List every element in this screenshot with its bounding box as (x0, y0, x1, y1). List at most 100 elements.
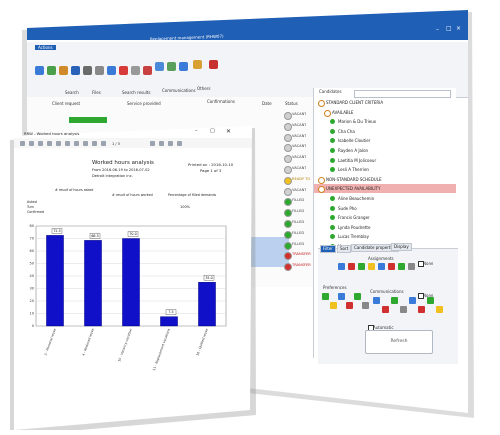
candidate-search-input[interactable] (354, 90, 451, 98)
candidate-item[interactable]: Lucas Tremblay (338, 232, 369, 241)
save-icon[interactable] (35, 66, 44, 75)
available-icon (330, 224, 335, 230)
none-checkbox[interactable] (418, 261, 424, 267)
assignment-filter-icon[interactable] (348, 263, 355, 270)
status-icon (284, 112, 292, 120)
grid-cell-highlight (85, 117, 107, 123)
preference-filter-icon[interactable] (354, 293, 361, 300)
preference-filter-icon[interactable] (362, 302, 369, 309)
candidate-item[interactable]: Rayden A Jalon (338, 146, 368, 155)
report-tool-icon[interactable] (74, 141, 79, 146)
preference-filter-icon[interactable] (346, 302, 353, 309)
candidate-section[interactable]: AVAILABLE (332, 108, 353, 117)
candidate-section[interactable]: STANDARD CLIENT CRITERIA (326, 98, 383, 107)
communication-filter-icon[interactable] (373, 297, 380, 304)
ribbon-tab-actions[interactable]: Actions (35, 45, 56, 50)
status-text: VACANT (292, 166, 307, 170)
bar (84, 240, 102, 327)
window-title-bar (27, 10, 468, 40)
report-tool-icon[interactable] (101, 141, 106, 146)
data-label: 35.0 (205, 276, 212, 280)
candidate-item[interactable]: Lynda Poudrette (338, 223, 370, 232)
assignment-filter-icon[interactable] (358, 263, 365, 270)
close-icon[interactable] (209, 60, 218, 69)
send-icon[interactable] (167, 62, 176, 71)
preference-filter-icon[interactable] (338, 293, 345, 300)
candidate-item[interactable]: Cha Cha (338, 127, 355, 136)
status-icon (284, 176, 292, 185)
tools-books-icon[interactable] (193, 60, 202, 69)
grid-header-confirmations: Confirmations (207, 99, 235, 104)
preference-filter-icon[interactable] (330, 302, 337, 309)
y-tick-label: 20 (30, 299, 34, 303)
assignment-filter-icon[interactable] (398, 263, 405, 270)
communication-filter-icon[interactable] (391, 297, 398, 304)
people-icon[interactable] (107, 66, 116, 75)
refresh-icon[interactable] (47, 66, 56, 75)
communication-filter-icon[interactable] (436, 306, 443, 313)
report-maximize-icon[interactable]: □ (210, 128, 215, 134)
communication-filter-icon[interactable] (400, 306, 407, 313)
status-icon (284, 209, 292, 218)
report-close-icon[interactable]: ✕ (226, 128, 231, 135)
report-tool-icon[interactable] (47, 141, 52, 146)
candidate-item[interactable]: Isabelle Cloutier (338, 136, 370, 145)
add-icon[interactable] (143, 66, 152, 75)
preference-filter-icon[interactable] (322, 293, 329, 300)
assignment-filter-icon[interactable] (388, 263, 395, 270)
break-icon[interactable] (131, 66, 140, 75)
candidate-section[interactable]: UNEXPECTED AVAILABILITY (326, 184, 380, 193)
candidate-item[interactable]: Sude Pho (338, 204, 357, 213)
y-tick-label: 60 (30, 249, 34, 253)
close-window-icon[interactable]: × (456, 25, 461, 32)
report-tool-icon[interactable] (20, 141, 25, 146)
page-indicator: 1 / 3 (112, 142, 120, 146)
assignment-filter-icon[interactable] (378, 263, 385, 270)
report-nav-icon[interactable] (159, 141, 164, 146)
minimize-icon[interactable]: – (436, 26, 439, 33)
activity-icon[interactable] (155, 62, 164, 71)
report-nav-icon[interactable] (150, 141, 155, 146)
maximize-icon[interactable]: □ (446, 25, 452, 32)
communication-filter-icon[interactable] (427, 297, 434, 304)
assignment-filter-icon[interactable] (368, 263, 375, 270)
assignment-filter-icon[interactable] (338, 263, 345, 270)
communication-filter-icon[interactable] (418, 306, 425, 313)
grid-header-status: Status (285, 101, 298, 106)
calendar-icon[interactable] (95, 66, 104, 75)
report-tool-icon[interactable] (56, 141, 61, 146)
report-tool-icon[interactable] (83, 141, 88, 146)
report-tool-icon[interactable] (65, 141, 70, 146)
report-tool-icon[interactable] (29, 141, 34, 146)
data-label: 7.5 (168, 310, 173, 314)
assignment-filter-icon[interactable] (408, 263, 415, 270)
communication-filter-icon[interactable] (382, 306, 389, 313)
report-toolbar-icons (20, 141, 240, 148)
help-icon[interactable] (179, 62, 188, 71)
grid-header-date: Date (262, 101, 272, 106)
selection-icon[interactable] (59, 66, 68, 75)
printed-on: Printed on : 2016-10-10 (188, 162, 234, 167)
y-tick-label: 70 (30, 237, 34, 241)
x-tick-label: 3 - Personal leave (43, 328, 56, 356)
status-text: FILLED (292, 241, 305, 246)
report-tool-icon[interactable] (92, 141, 97, 146)
data-label: 70.0 (129, 232, 136, 236)
refresh-button[interactable]: Refresh (365, 330, 433, 354)
report-nav-icon[interactable] (177, 141, 182, 146)
candidate-section[interactable]: NON-STANDARD SCHEDULE (326, 175, 381, 184)
available-icon (330, 167, 335, 173)
print-icon[interactable] (71, 66, 80, 75)
candidate-item[interactable]: Laetitia M Jolicoeur (338, 156, 376, 165)
candidate-item[interactable]: Marion & Du Trieux (338, 117, 376, 126)
candidate-item[interactable]: Francis Granger (338, 213, 370, 222)
report-tool-icon[interactable] (38, 141, 43, 146)
stop-icon[interactable] (119, 66, 128, 75)
report-nav-icon[interactable] (168, 141, 173, 146)
none-checkbox[interactable] (418, 293, 424, 299)
candidate-item[interactable]: Aline Beauchemin (338, 194, 374, 203)
report-minimize-icon[interactable]: – (195, 128, 198, 134)
user-icon[interactable] (83, 66, 92, 75)
candidate-item[interactable]: Lesli A Therrien (338, 165, 369, 174)
communication-filter-icon[interactable] (409, 297, 416, 304)
